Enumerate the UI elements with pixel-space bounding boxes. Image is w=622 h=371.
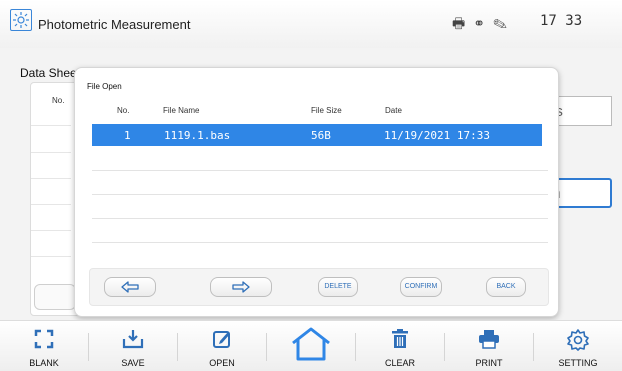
open-label: OPEN <box>209 358 235 368</box>
col-header-no: No. <box>117 106 130 115</box>
save-icon <box>122 330 144 349</box>
next-page-button[interactable] <box>210 277 272 297</box>
printer-icon <box>479 330 499 349</box>
camera-icon: ⚭ <box>473 15 493 31</box>
row-file-size: 56B <box>311 129 331 142</box>
trash-icon <box>392 329 408 348</box>
setting-label: SETTING <box>558 358 598 368</box>
blank-label: BLANK <box>29 358 59 368</box>
clock: 17 33 <box>540 13 583 29</box>
home-button[interactable] <box>267 321 355 371</box>
home-icon <box>292 327 330 361</box>
status-icons: 🖶⚭✎ <box>452 13 515 37</box>
clear-button[interactable]: CLEAR <box>356 321 444 371</box>
dialog-title: File Open <box>87 82 122 91</box>
col-header-file-size: File Size <box>311 106 342 115</box>
open-icon <box>213 331 230 348</box>
data-sheet-title: Data Sheet <box>20 66 81 80</box>
row-divider <box>92 242 548 243</box>
row-divider <box>92 194 548 195</box>
data-sheet-col-no: No. <box>52 96 65 105</box>
right-arrow-icon <box>232 281 250 293</box>
delete-button[interactable]: DELETE <box>318 277 358 297</box>
printer-icon: 🖶 <box>452 15 474 31</box>
clear-label: CLEAR <box>384 358 415 368</box>
open-button[interactable]: OPEN <box>178 321 266 371</box>
save-label: SAVE <box>121 358 145 368</box>
print-button[interactable]: PRINT <box>445 321 533 371</box>
table-divider <box>31 230 71 231</box>
col-header-file-name: File Name <box>163 106 200 115</box>
confirm-button[interactable]: CONFIRM <box>400 277 442 297</box>
background-button[interactable] <box>34 284 76 310</box>
print-label: PRINT <box>475 358 503 368</box>
table-divider <box>31 178 71 179</box>
back-button[interactable]: BACK <box>486 277 526 297</box>
pen-icon: ✎ <box>492 15 515 31</box>
row-divider <box>92 170 548 171</box>
dialog-button-bar: DELETE CONFIRM BACK <box>89 268 549 306</box>
row-file-name: 1119.1.bas <box>164 129 231 142</box>
setting-button[interactable]: SETTING <box>534 321 622 371</box>
row-no: 1 <box>124 129 131 142</box>
file-open-dialog: File Open No. File Name File Size Date 1… <box>74 67 559 317</box>
left-arrow-icon <box>121 281 139 293</box>
col-header-date: Date <box>385 106 402 115</box>
title-bar: Photometric Measurement 🖶⚭✎ 17 33 <box>0 0 622 49</box>
save-button[interactable]: SAVE <box>89 321 177 371</box>
row-divider <box>92 218 548 219</box>
table-divider <box>31 152 71 153</box>
app-title: Photometric Measurement <box>38 17 191 32</box>
table-divider <box>31 204 71 205</box>
prev-page-button[interactable] <box>104 277 156 297</box>
table-row[interactable]: 1 1119.1.bas 56B 11/19/2021 17:33 <box>92 124 542 146</box>
blank-icon <box>34 329 54 349</box>
row-date: 11/19/2021 17:33 <box>384 129 490 142</box>
app-logo-icon <box>10 9 32 31</box>
blank-button[interactable]: BLANK <box>0 321 88 371</box>
bottom-toolbar: BLANK SAVE OPEN CLEAR PRINT SETTING <box>0 320 622 371</box>
table-divider <box>31 256 71 257</box>
table-divider <box>31 125 71 126</box>
gear-icon <box>567 329 589 351</box>
